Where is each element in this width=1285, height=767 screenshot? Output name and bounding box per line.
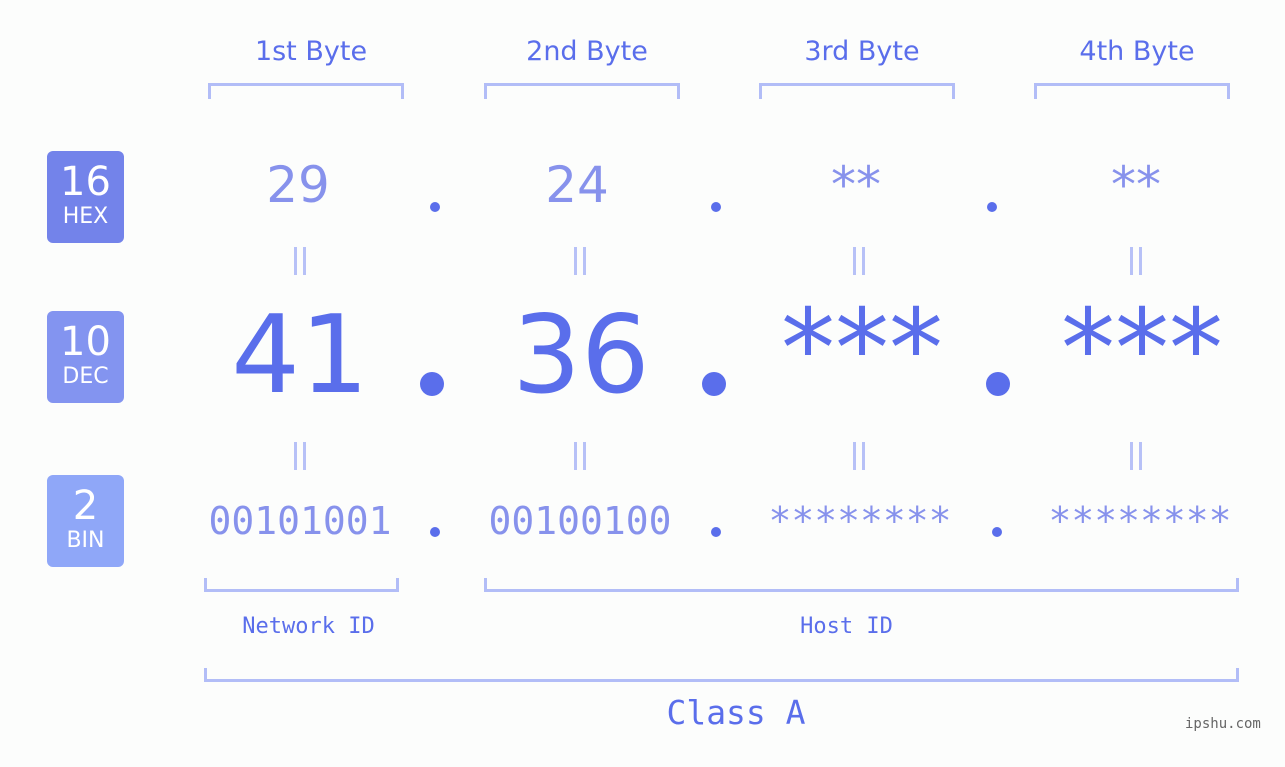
- dec-base-label: DEC: [62, 364, 109, 389]
- host-id-label: Host ID: [800, 614, 893, 639]
- dec-separator-dot-2: [702, 372, 726, 396]
- dec-separator-dot-3: [986, 372, 1010, 396]
- byte-header-1: 1st Byte: [254, 36, 368, 67]
- byte-bracket-4: [1034, 83, 1230, 99]
- host-id-bracket: [484, 578, 1239, 592]
- bin-byte-3: ********: [768, 499, 952, 543]
- equals-icon: [839, 442, 879, 474]
- hex-badge: 16 HEX: [47, 151, 124, 243]
- class-bracket: [204, 668, 1239, 682]
- dec-byte-3: ***: [781, 287, 943, 412]
- dec-byte-2: 36: [512, 293, 650, 418]
- equals-icon: [280, 247, 320, 279]
- equals-icon: [560, 247, 600, 279]
- equals-icon: [839, 247, 879, 279]
- hex-byte-3: **: [831, 156, 881, 214]
- hex-byte-1: 29: [266, 156, 330, 214]
- equals-icon: [280, 442, 320, 474]
- byte-header-2: 2nd Byte: [526, 36, 648, 67]
- hex-byte-2: 24: [545, 156, 609, 214]
- bin-separator-dot-1: [430, 527, 440, 537]
- bin-base-number: 2: [72, 483, 99, 529]
- hex-base-number: 16: [60, 159, 111, 205]
- bin-byte-4: ********: [1048, 499, 1232, 543]
- byte-bracket-2: [484, 83, 680, 99]
- dec-badge: 10 DEC: [47, 311, 124, 403]
- network-id-label: Network ID: [242, 614, 375, 639]
- bin-byte-1: 00101001: [208, 499, 392, 543]
- watermark: ipshu.com: [1185, 716, 1261, 732]
- dec-separator-dot-1: [420, 372, 444, 396]
- network-id-bracket: [204, 578, 399, 592]
- bin-badge: 2 BIN: [47, 475, 124, 567]
- dec-byte-1: 41: [231, 293, 369, 418]
- bin-byte-2: 00100100: [488, 499, 672, 543]
- dec-base-number: 10: [60, 319, 111, 365]
- byte-bracket-3: [759, 83, 955, 99]
- byte-bracket-1: [208, 83, 404, 99]
- hex-byte-4: **: [1111, 156, 1161, 214]
- class-label: Class A: [666, 693, 806, 732]
- byte-header-3: 3rd Byte: [804, 36, 920, 67]
- equals-icon: [560, 442, 600, 474]
- bin-base-label: BIN: [66, 528, 105, 553]
- hex-separator-dot-2: [711, 202, 721, 212]
- hex-separator-dot-1: [430, 202, 440, 212]
- hex-separator-dot-3: [987, 202, 997, 212]
- dec-byte-4: ***: [1061, 287, 1223, 412]
- byte-header-4: 4th Byte: [1079, 36, 1195, 67]
- bin-separator-dot-2: [711, 527, 721, 537]
- equals-icon: [1116, 247, 1156, 279]
- equals-icon: [1116, 442, 1156, 474]
- hex-base-label: HEX: [62, 204, 109, 229]
- bin-separator-dot-3: [992, 527, 1002, 537]
